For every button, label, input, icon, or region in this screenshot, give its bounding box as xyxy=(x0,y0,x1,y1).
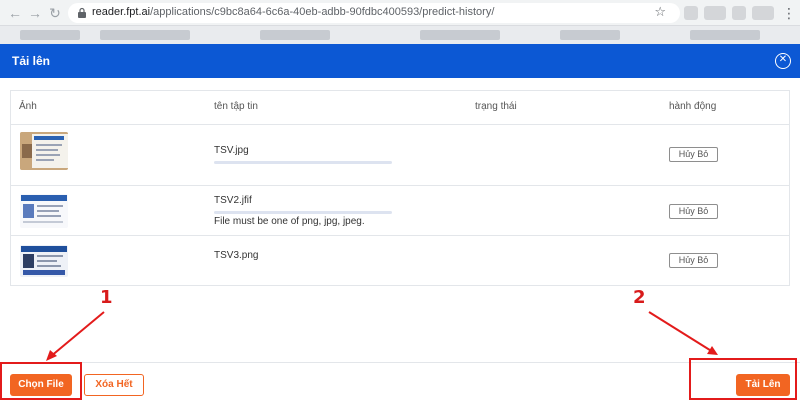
browser-menu-icon[interactable]: ⋮ xyxy=(782,3,796,23)
highlight-box xyxy=(689,358,797,400)
arrow-head xyxy=(707,346,718,355)
arrow-head xyxy=(46,350,57,361)
table-row: TSV2.jfif File must be one of png, jpg, … xyxy=(11,185,789,235)
arrow-line xyxy=(648,311,714,353)
close-icon[interactable]: ✕ xyxy=(775,53,791,69)
browser-toolbar: ← → ↻ reader.fpt.ai/applications/c9bc8a6… xyxy=(0,0,800,26)
upload-progress-bar xyxy=(214,161,392,164)
modal-header: Tải lên ✕ xyxy=(0,44,800,78)
background-element xyxy=(560,30,620,40)
cancel-upload-button[interactable]: Hủy Bỏ xyxy=(669,204,718,219)
back-icon[interactable]: ← xyxy=(6,4,24,22)
clear-all-button[interactable]: Xóa Hết xyxy=(84,374,144,396)
extension-icon[interactable] xyxy=(684,6,698,20)
address-bar[interactable]: reader.fpt.ai/applications/c9bc8a64-6c6a… xyxy=(68,3,680,23)
column-header-status: trạng thái xyxy=(475,101,517,112)
reload-icon[interactable]: ↻ xyxy=(46,4,64,22)
url-text: reader.fpt.ai/applications/c9bc8a64-6c6a… xyxy=(92,6,494,18)
file-name: TSV2.jfif xyxy=(214,195,252,206)
file-thumbnail xyxy=(20,245,68,277)
extension-icon[interactable] xyxy=(732,6,746,20)
table-row: TSV.jpg Hủy Bỏ xyxy=(11,124,789,174)
column-header-action: hành động xyxy=(669,101,717,112)
file-name: TSV.jpg xyxy=(214,145,249,156)
column-header-image: Ảnh xyxy=(19,101,37,112)
background-element xyxy=(100,30,190,40)
modal-title: Tải lên xyxy=(12,54,51,68)
url-path: /applications/c9bc8a64-6c6a-40eb-adbb-90… xyxy=(150,6,495,18)
file-error-message: File must be one of png, jpg, jpeg. xyxy=(214,216,365,227)
background-element xyxy=(20,30,80,40)
footer-divider xyxy=(0,362,800,363)
arrow-line xyxy=(49,311,105,358)
cancel-upload-button[interactable]: Hủy Bỏ xyxy=(669,253,718,268)
callout-number: 2 xyxy=(633,287,646,308)
background-element xyxy=(420,30,500,40)
extension-icon[interactable] xyxy=(752,6,774,20)
extension-icon[interactable] xyxy=(704,6,726,20)
callout-number: 1 xyxy=(100,287,113,308)
background-element xyxy=(690,30,760,40)
file-name: TSV3.png xyxy=(214,250,259,261)
forward-icon[interactable]: → xyxy=(26,4,44,22)
cancel-upload-button[interactable]: Hủy Bỏ xyxy=(669,147,718,162)
lock-icon xyxy=(78,7,86,18)
upload-table: Ảnh tên tập tin trạng thái hành động TSV… xyxy=(10,90,790,286)
file-thumbnail xyxy=(20,132,68,170)
background-element xyxy=(260,30,330,40)
upload-progress-bar xyxy=(214,211,392,214)
highlight-box xyxy=(0,362,82,400)
column-header-filename: tên tập tin xyxy=(214,101,258,112)
file-thumbnail xyxy=(20,194,68,228)
url-host: reader.fpt.ai xyxy=(92,6,151,18)
table-row: TSV3.png Hủy Bỏ xyxy=(11,235,789,285)
bookmark-star-icon[interactable]: ☆ xyxy=(654,4,666,20)
